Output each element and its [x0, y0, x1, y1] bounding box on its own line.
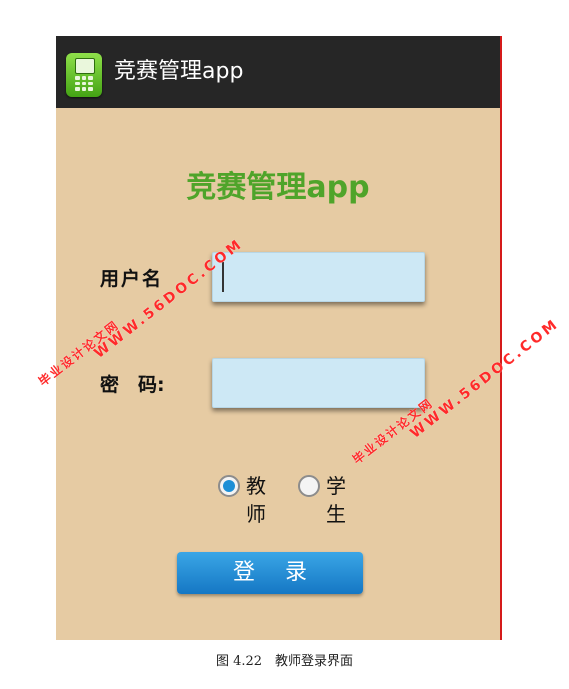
figure-caption: 图 4.22 教师登录界面: [215, 654, 354, 669]
username-input[interactable]: [212, 252, 425, 302]
radio-teacher[interactable]: [218, 475, 240, 497]
radio-student-label[interactable]: 学生: [326, 472, 346, 528]
radio-student[interactable]: [298, 475, 320, 497]
action-bar: 竞赛管理app: [56, 36, 500, 108]
radio-teacher-label[interactable]: 教师: [246, 472, 266, 528]
phone-app-icon: [66, 53, 102, 97]
frame-edge: [500, 36, 502, 640]
password-label: 密 码:: [100, 374, 165, 396]
page-title: 竞赛管理app: [186, 170, 370, 205]
login-button[interactable]: 登录: [177, 552, 363, 594]
password-input[interactable]: [212, 358, 425, 408]
action-bar-title: 竞赛管理app: [114, 59, 244, 84]
username-label: 用户名: [100, 268, 164, 290]
